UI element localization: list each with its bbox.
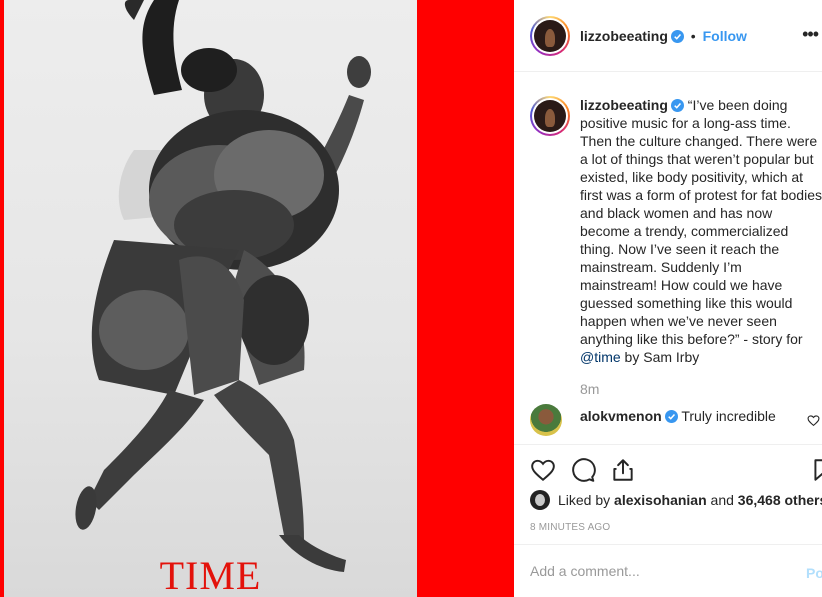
post-photo[interactable]: TIME [0, 0, 514, 597]
magazine-cover-image: TIME [4, 0, 417, 597]
verified-badge-icon [670, 99, 684, 112]
follow-button[interactable]: Follow [703, 28, 747, 44]
cover-photo-figure [75, 0, 371, 572]
magazine-title: TIME [159, 553, 262, 597]
action-bar [514, 444, 822, 494]
header-avatar[interactable] [530, 16, 570, 56]
caption-text: lizzobeeating “I’ve been doing positive … [580, 96, 822, 366]
caption-time-ago[interactable]: 8m [580, 381, 599, 397]
comment-body: Truly incredible [681, 408, 776, 424]
comment-username[interactable]: alokvmenon [580, 408, 662, 424]
heart-icon[interactable] [530, 457, 556, 483]
comment-box: Post [514, 544, 822, 597]
caption-body: “I’ve been doing positive music for a lo… [580, 97, 822, 347]
comment-input[interactable] [530, 563, 780, 579]
bookmark-icon[interactable] [810, 457, 822, 483]
comment-like-heart-icon[interactable] [807, 414, 820, 427]
comment-avatar[interactable] [530, 404, 562, 436]
likes-count-link[interactable]: 36,468 others [738, 492, 822, 508]
caption-avatar[interactable] [530, 96, 570, 136]
ellipsis-icon[interactable]: ••• [802, 24, 819, 45]
comment-icon[interactable] [570, 457, 596, 483]
share-icon[interactable] [610, 457, 636, 483]
separator-dot: • [690, 28, 696, 44]
caption-body-end: by Sam Irby [620, 349, 700, 365]
post-side-panel: lizzobeeating • Follow ••• lizzobeeating… [514, 0, 822, 597]
comment-text: alokvmenon Truly incredible [580, 407, 776, 425]
liker-username[interactable]: alexisohanian [614, 492, 707, 508]
likes-middle: and [706, 492, 738, 508]
comment-item: alokvmenon Truly incredible [530, 404, 822, 436]
likes-text: Liked by alexisohanian and 36,468 others [558, 492, 822, 508]
mention-link[interactable]: @time [580, 349, 621, 365]
liker-avatar[interactable] [530, 490, 550, 510]
post-button[interactable]: Post [806, 565, 822, 581]
post-timestamp[interactable]: 8 MINUTES AGO [530, 522, 610, 533]
header-username[interactable]: lizzobeeating [580, 28, 668, 44]
header-user-line: lizzobeeating • Follow [580, 28, 747, 44]
verified-badge-icon [670, 30, 684, 43]
likes-prefix: Liked by [558, 492, 615, 508]
verified-badge-icon [664, 410, 678, 423]
post-header: lizzobeeating • Follow ••• [514, 0, 822, 72]
caption-username[interactable]: lizzobeeating [580, 97, 668, 113]
